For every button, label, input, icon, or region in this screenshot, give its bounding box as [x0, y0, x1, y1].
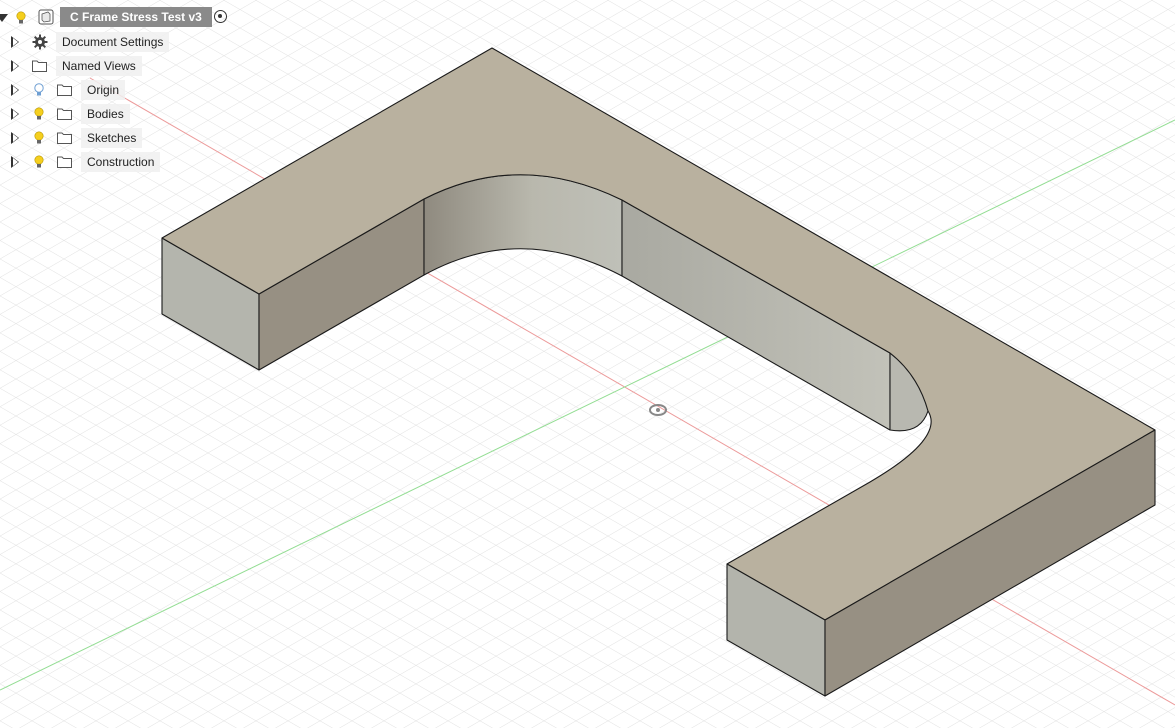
- root-component-label[interactable]: C Frame Stress Test v3: [60, 7, 212, 27]
- expand-triangle-icon[interactable]: [11, 132, 19, 144]
- lightbulb-off-icon[interactable]: [34, 83, 44, 97]
- lightbulb-icon[interactable]: [16, 11, 26, 25]
- browser-item-origin[interactable]: Origin: [0, 79, 200, 101]
- lightbulb-icon[interactable]: [34, 155, 44, 169]
- folder-icon: [57, 84, 72, 96]
- expand-triangle-icon[interactable]: [11, 60, 19, 72]
- collapse-triangle-icon[interactable]: [0, 14, 8, 22]
- expand-triangle-icon[interactable]: [11, 156, 19, 168]
- browser-item-label[interactable]: Sketches: [81, 128, 143, 148]
- folder-icon: [57, 108, 72, 120]
- expand-triangle-icon[interactable]: [11, 84, 19, 96]
- lightbulb-icon[interactable]: [34, 131, 44, 145]
- component-icon: [38, 9, 54, 25]
- expand-triangle-icon[interactable]: [11, 36, 19, 48]
- browser-item-sketches[interactable]: Sketches: [0, 127, 200, 149]
- browser-item-label[interactable]: Bodies: [81, 104, 130, 124]
- folder-icon: [57, 132, 72, 144]
- expand-triangle-icon[interactable]: [11, 108, 19, 120]
- browser-item-bodies[interactable]: Bodies: [0, 103, 200, 125]
- browser-item-named-views[interactable]: Named Views: [0, 55, 200, 77]
- lightbulb-icon[interactable]: [34, 107, 44, 121]
- browser-item-construction[interactable]: Construction: [0, 151, 200, 173]
- browser-item-label[interactable]: Construction: [81, 152, 161, 172]
- folder-icon: [32, 60, 47, 72]
- browser-item-document-settings[interactable]: Document Settings: [0, 31, 200, 53]
- browser-item-label[interactable]: Named Views: [56, 56, 142, 76]
- radio-icon[interactable]: [214, 10, 227, 23]
- folder-icon: [57, 156, 72, 168]
- browser-item-label[interactable]: Document Settings: [56, 32, 170, 52]
- browser-item-label[interactable]: Origin: [81, 80, 126, 100]
- browser-root-row[interactable]: C Frame Stress Test v3: [0, 7, 240, 29]
- gear-icon: [32, 34, 48, 50]
